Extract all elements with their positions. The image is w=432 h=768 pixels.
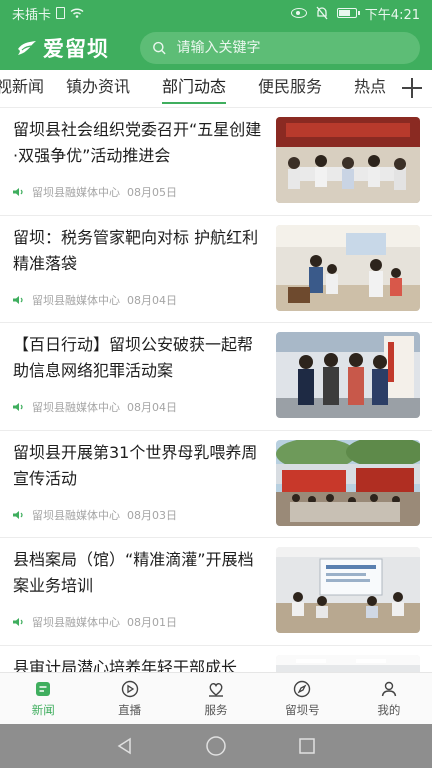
tab-department-news[interactable]: 部门动态 xyxy=(162,70,227,108)
news-thumbnail xyxy=(276,547,420,633)
recent-apps-icon[interactable] xyxy=(298,737,316,755)
news-item[interactable]: 【百日行动】留坝公安破获一起帮助信息网络犯罪活动案 留坝县融媒体中心 08月04… xyxy=(0,323,432,431)
news-title: 【百日行动】留坝公安破获一起帮助信息网络犯罪活动案 xyxy=(13,335,254,380)
app-header: 爱留坝 xyxy=(0,26,432,70)
tab-town-news[interactable]: 镇办资讯 xyxy=(66,70,130,108)
news-date: 08月04日 xyxy=(127,293,177,307)
category-tabs: 视新闻 镇办资讯 部门动态 便民服务 热点 xyxy=(0,70,432,108)
news-title: 留坝：税务管家靶向对标 护航红利精准落袋 xyxy=(13,227,259,273)
speaker-icon[interactable] xyxy=(13,187,25,197)
news-item[interactable]: 县审计局潜心培养年轻干部成长 xyxy=(0,646,432,673)
mute-bell-icon xyxy=(316,6,328,20)
news-meta: 留坝县融媒体中心 08月05日 xyxy=(13,184,177,200)
compass-icon xyxy=(292,679,312,699)
news-date: 08月01日 xyxy=(127,616,177,629)
nav-label: 直播 xyxy=(118,703,142,717)
news-thumbnail xyxy=(276,439,420,526)
news-title: 县档案局（馆）“精准滴灌”开展档案业务培训 xyxy=(13,550,254,595)
logo-text: 爱留坝 xyxy=(43,37,109,61)
carrier-text: 未插卡 xyxy=(12,7,52,23)
news-source: 留坝县融媒体中心 xyxy=(32,401,120,414)
profile-icon xyxy=(379,679,399,699)
service-icon xyxy=(206,679,226,699)
eye-comfort-icon xyxy=(290,8,307,18)
nav-liuba-account[interactable]: 留坝号 xyxy=(259,673,345,724)
news-meta: 留坝县融媒体中心 08月01日 xyxy=(13,614,177,630)
news-source: 留坝县融媒体中心 xyxy=(32,508,120,522)
news-meta: 留坝县融媒体中心 08月03日 xyxy=(13,507,177,523)
news-date: 08月03日 xyxy=(127,508,177,522)
search-input[interactable] xyxy=(176,40,408,56)
news-thumbnail xyxy=(276,117,420,203)
news-item[interactable]: 县档案局（馆）“精准滴灌”开展档案业务培训 留坝县融媒体中心 08月01日 xyxy=(0,538,432,646)
speaker-icon[interactable] xyxy=(13,510,25,520)
nav-profile[interactable]: 我的 xyxy=(346,673,432,724)
system-nav-bar xyxy=(0,724,432,768)
speaker-icon[interactable] xyxy=(13,402,25,412)
nav-service[interactable]: 服务 xyxy=(173,673,259,724)
bottom-nav: 新闻 直播 服务 留坝号 我的 xyxy=(0,672,432,724)
bird-logo-icon xyxy=(18,41,36,55)
news-source: 留坝县融媒体中心 xyxy=(32,293,120,307)
wifi-icon xyxy=(70,8,84,18)
status-bar: 未插卡 下午4:21 xyxy=(0,0,432,26)
news-item[interactable]: 留坝县开展第31个世界母乳喂养周宣传活动 留坝县融媒体中心 08月03日 xyxy=(0,431,432,538)
news-icon xyxy=(33,679,53,699)
nav-news[interactable]: 新闻 xyxy=(0,673,86,724)
nav-label: 留坝号 xyxy=(285,703,320,717)
news-item[interactable]: 留坝：税务管家靶向对标 护航红利精准落袋 留坝县融媒体中心 08月04日 xyxy=(0,216,432,323)
search-icon xyxy=(153,41,166,55)
live-icon xyxy=(120,679,140,699)
back-icon[interactable] xyxy=(116,737,134,755)
battery-icon xyxy=(336,8,360,18)
news-thumbnail xyxy=(276,332,420,418)
news-source: 留坝县融媒体中心 xyxy=(32,186,120,199)
search-bar[interactable] xyxy=(140,32,420,64)
app-logo[interactable]: 爱留坝 xyxy=(16,33,134,63)
news-title: 留坝县开展第31个世界母乳喂养周宣传活动 xyxy=(13,442,258,488)
news-title: 留坝县社会组织党委召开“五星创建·双强争优”活动推进会 xyxy=(13,120,262,165)
nav-label: 服务 xyxy=(204,703,228,717)
clock-text: 下午4:21 xyxy=(364,7,420,23)
add-channel-icon[interactable] xyxy=(398,74,426,102)
news-thumbnail xyxy=(276,224,420,311)
news-item[interactable]: 留坝县社会组织党委召开“五星创建·双强争优”活动推进会 留坝县融媒体中心 08月… xyxy=(0,108,432,216)
nav-label: 我的 xyxy=(377,703,401,717)
tab-video-news[interactable]: 视新闻 xyxy=(0,70,44,108)
news-title: 县审计局潜心培养年轻干部成长 xyxy=(13,657,238,673)
speaker-icon[interactable] xyxy=(13,617,25,627)
news-meta: 留坝县融媒体中心 08月04日 xyxy=(13,399,177,415)
nav-label: 新闻 xyxy=(31,703,55,717)
speaker-icon[interactable] xyxy=(13,295,25,305)
news-source: 留坝县融媒体中心 xyxy=(32,616,120,629)
news-list: 留坝县社会组织党委召开“五星创建·双强争优”活动推进会 留坝县融媒体中心 08月… xyxy=(0,108,432,672)
news-meta: 留坝县融媒体中心 08月04日 xyxy=(13,292,177,308)
nav-live[interactable]: 直播 xyxy=(86,673,172,724)
tab-public-service[interactable]: 便民服务 xyxy=(258,70,322,108)
news-thumbnail xyxy=(276,654,420,672)
news-date: 08月05日 xyxy=(127,186,177,199)
tab-hot[interactable]: 热点 xyxy=(354,70,386,108)
home-icon[interactable] xyxy=(205,735,227,757)
news-date: 08月04日 xyxy=(127,401,177,414)
sim-card-icon xyxy=(56,7,66,19)
